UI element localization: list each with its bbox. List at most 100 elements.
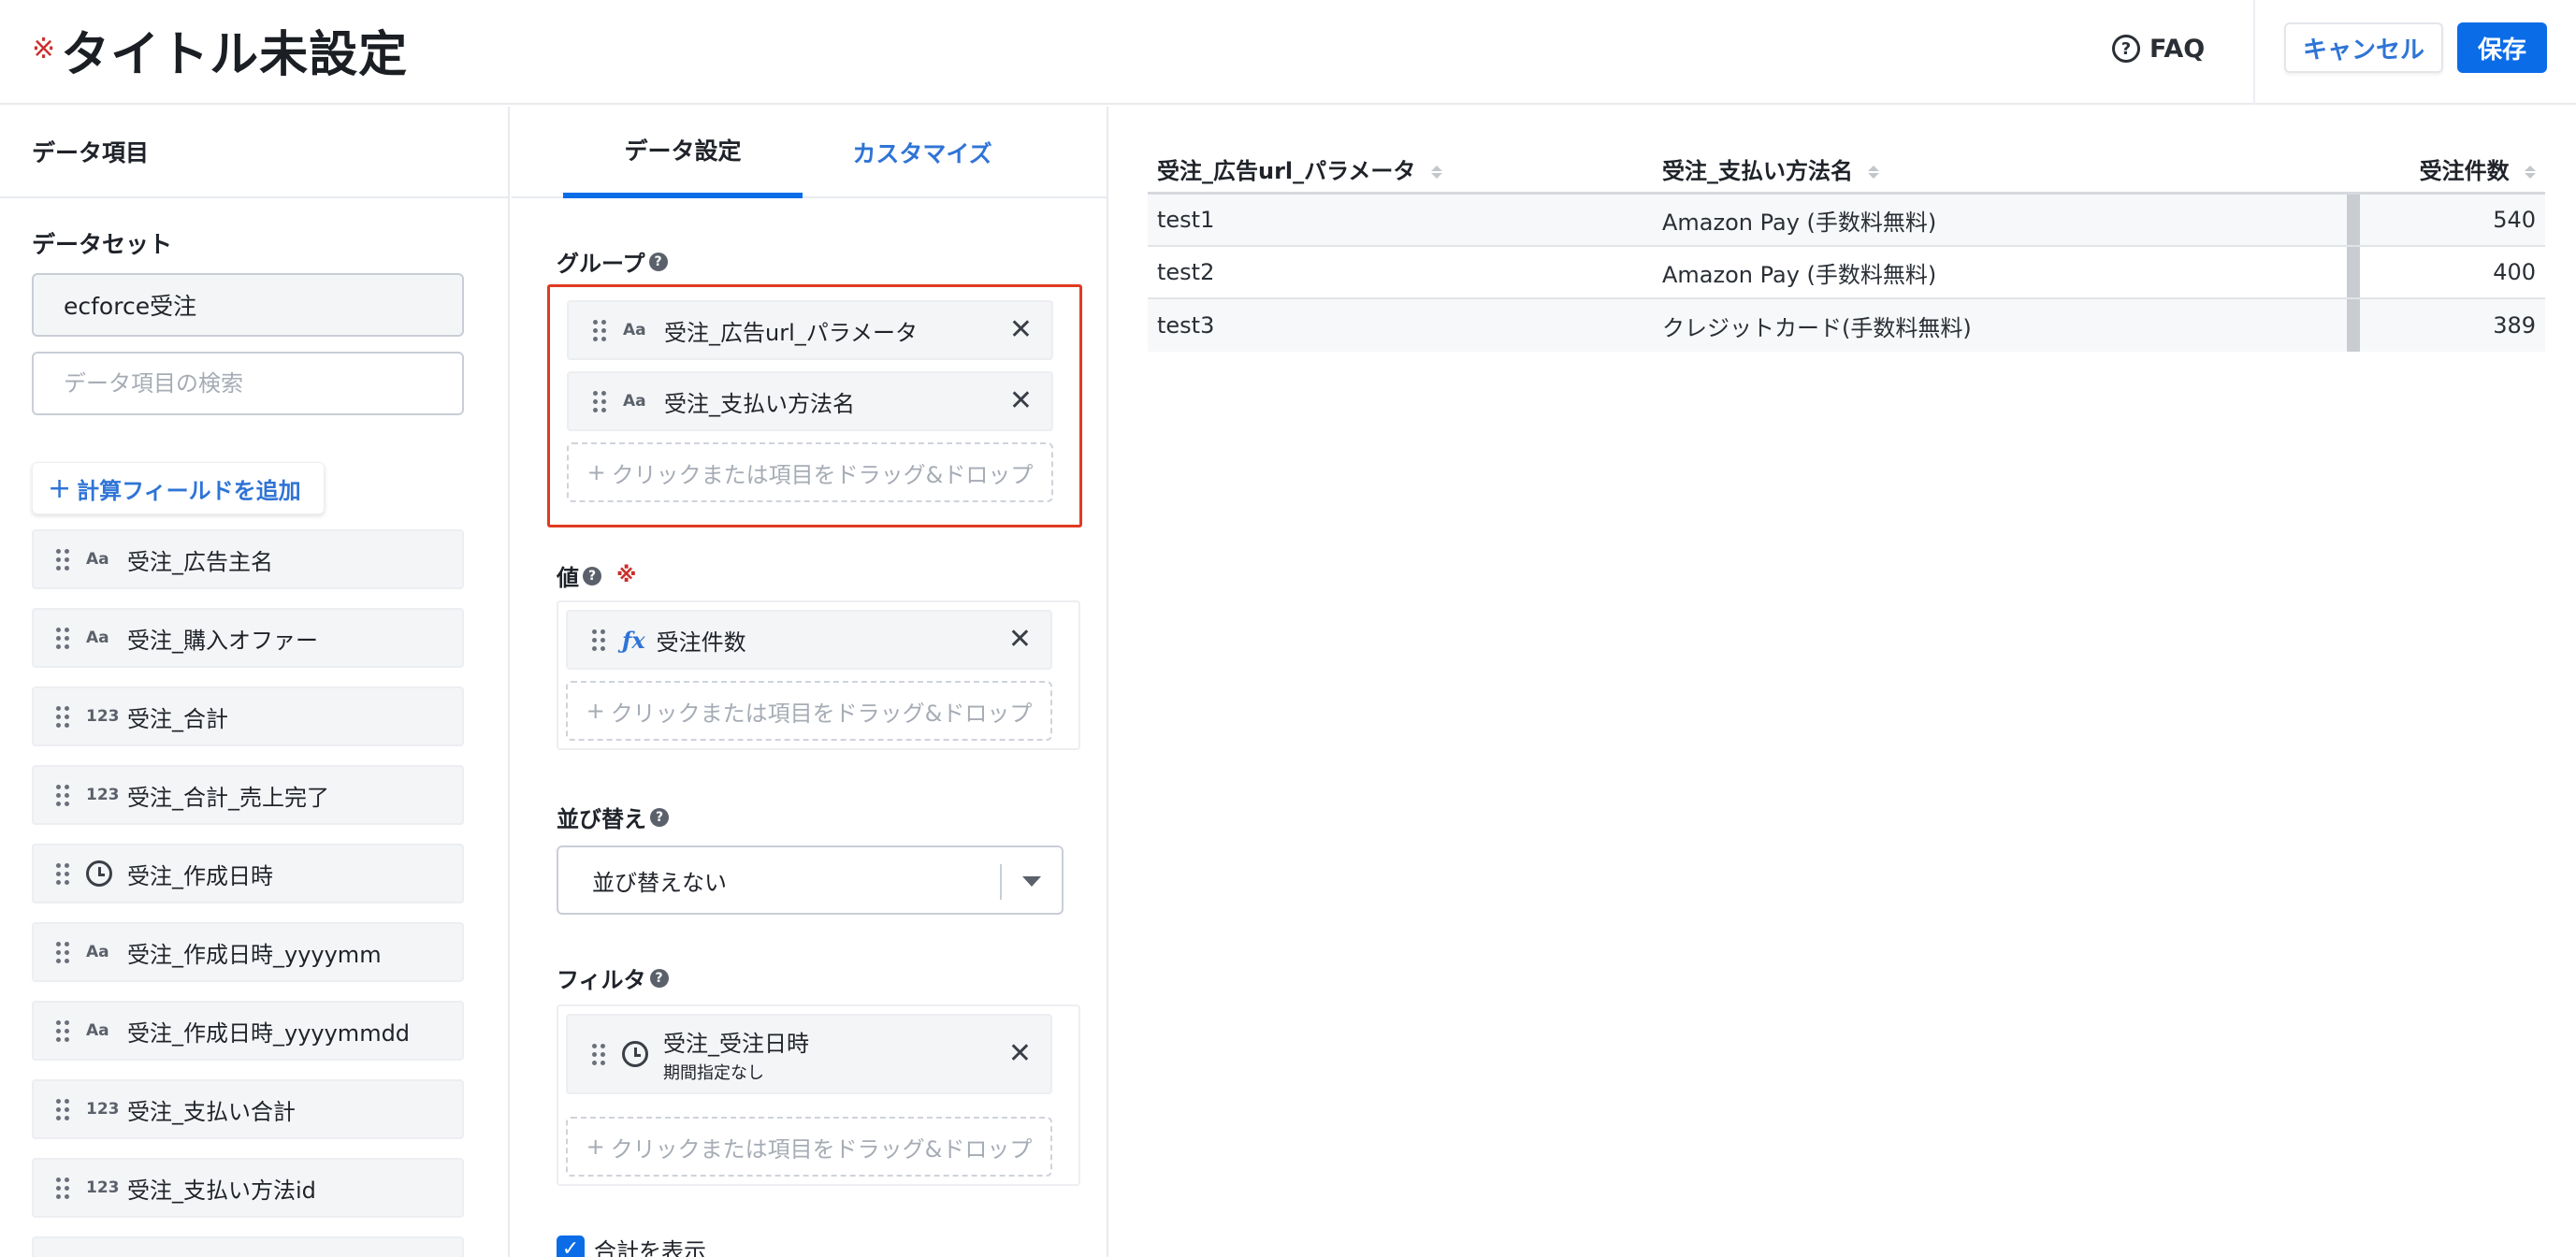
header-divider [2253, 0, 2255, 105]
drag-handle-icon[interactable] [56, 1177, 69, 1199]
field-label: 受注_支払い方法id [127, 1177, 316, 1204]
tab-customize[interactable]: カスタマイズ [803, 107, 1042, 198]
plus-icon: + [586, 1134, 605, 1160]
filter-item[interactable]: 受注_受注日時 期間指定なし ✕ [566, 1014, 1052, 1094]
group-item[interactable]: Aa 受注_広告url_パラメータ ✕ [567, 300, 1053, 360]
column-header[interactable]: 受注件数 [2341, 152, 2545, 185]
drag-handle-icon[interactable] [56, 705, 69, 728]
table-row: test1 Amazon Pay (手数料無料) 540 [1148, 195, 2545, 247]
close-icon[interactable]: ✕ [1009, 387, 1033, 415]
filter-label: フィルタ [557, 967, 646, 993]
dropzone-label: クリックまたは項目をドラッグ&ドロップ [610, 700, 1033, 727]
number-type-icon: 123 [86, 707, 120, 726]
drag-handle-icon[interactable] [593, 390, 606, 412]
add-calculated-field-button[interactable]: + 計算フィールドを追加 [32, 462, 325, 514]
close-icon[interactable]: ✕ [1008, 626, 1032, 654]
sort-icon[interactable] [1430, 166, 1442, 179]
value-item[interactable]: ƒx 受注件数 ✕ [566, 610, 1052, 670]
table-header-row: 受注_広告url_パラメータ 受注_支払い方法名 受注件数 [1148, 146, 2545, 195]
field-label: 受注_購入オファー [127, 627, 318, 654]
value-bar [2347, 299, 2360, 352]
text-type-icon: Aa [623, 392, 646, 411]
list-item[interactable]: 123 受注_支払い合計 [32, 1079, 464, 1139]
sort-icon[interactable] [1868, 166, 1880, 179]
settings-tabs: データ設定 カスタマイズ [512, 107, 1107, 198]
cancel-button[interactable]: キャンセル [2284, 22, 2443, 73]
column-header[interactable]: 受注_支払い方法名 [1653, 152, 2341, 185]
group-drop-area: Aa 受注_広告url_パラメータ ✕ Aa 受注_支払い方法名 ✕ + クリッ… [547, 284, 1082, 527]
filter-dropzone[interactable]: + クリックまたは項目をドラッグ&ドロップ [566, 1117, 1052, 1177]
drag-handle-icon[interactable] [56, 548, 69, 571]
column-header[interactable]: 受注_広告url_パラメータ [1148, 152, 1653, 185]
list-item[interactable]: Aa 受注_広告主名 [32, 529, 464, 589]
help-icon[interactable]: ? [648, 252, 668, 271]
data-items-panel: データ項目 データセット ecforce受注 + 計算フィールドを追加 Aa 受… [0, 107, 510, 1257]
number-type-icon: 123 [86, 1100, 120, 1119]
drag-handle-icon[interactable] [593, 319, 606, 341]
chevron-down-icon[interactable] [1022, 876, 1041, 887]
table-cell: 400 [2493, 259, 2536, 285]
table-cell: test1 [1157, 207, 1215, 233]
dataset-label: データセット [32, 231, 173, 258]
text-type-icon: Aa [623, 321, 646, 340]
field-search-input[interactable] [32, 352, 464, 415]
text-type-icon: Aa [86, 628, 109, 647]
help-icon[interactable]: ? [583, 566, 601, 585]
table-row: test3 クレジットカード(手数料無料) 389 [1148, 299, 2545, 352]
drag-handle-icon[interactable] [56, 1019, 69, 1042]
list-item[interactable]: Aa 受注_購入オファー [32, 608, 464, 668]
plus-icon: + [586, 698, 605, 724]
list-item[interactable]: 123 受注_合計_売上完了 [32, 765, 464, 825]
page-title[interactable]: タイトル未設定 [61, 15, 408, 85]
faq-link[interactable]: ? FAQ [2112, 28, 2205, 69]
value-dropzone[interactable]: + クリックまたは項目をドラッグ&ドロップ [566, 681, 1052, 741]
drag-handle-icon[interactable] [56, 627, 69, 649]
save-button[interactable]: 保存 [2457, 22, 2547, 73]
required-mark: ※ [616, 564, 637, 587]
preview-table: 受注_広告url_パラメータ 受注_支払い方法名 受注件数 test1 Amaz… [1148, 146, 2545, 352]
text-type-icon: Aa [86, 550, 109, 569]
tab-data-settings[interactable]: データ設定 [563, 107, 803, 198]
field-list: Aa 受注_広告主名 Aa 受注_購入オファー 123 受注_合計 123 受注… [32, 529, 464, 1257]
value-item-label: 受注件数 [656, 628, 746, 656]
list-item[interactable]: 123 受注_支払い方法id [32, 1158, 464, 1218]
show-total-checkbox[interactable]: ✓ [557, 1235, 585, 1257]
list-item[interactable]: 受注_作成日時 [32, 844, 464, 903]
sort-select[interactable]: 並び替えない [557, 845, 1064, 915]
help-icon[interactable]: ? [650, 807, 669, 827]
group-item[interactable]: Aa 受注_支払い方法名 ✕ [567, 371, 1053, 431]
close-icon[interactable]: ✕ [1008, 1040, 1032, 1068]
sort-selected-value: 並び替えない [592, 869, 727, 896]
drag-handle-icon[interactable] [592, 1043, 605, 1065]
field-label: 受注_作成日時_yyyymmdd [127, 1019, 411, 1047]
list-item[interactable] [32, 1236, 464, 1257]
drag-handle-icon[interactable] [56, 1098, 69, 1120]
drag-handle-icon[interactable] [592, 628, 605, 651]
field-label: 受注_作成日時 [127, 862, 273, 889]
list-item[interactable]: Aa 受注_作成日時_yyyymm [32, 922, 464, 982]
drag-handle-icon[interactable] [56, 941, 69, 963]
table-cell: test2 [1157, 259, 1215, 285]
table-cell: クレジットカード(手数料無料) [1662, 314, 1972, 341]
field-label: 受注_広告主名 [127, 548, 273, 575]
help-icon[interactable]: ? [649, 968, 669, 988]
drag-handle-icon[interactable] [56, 862, 69, 885]
sort-label: 並び替え [557, 806, 646, 832]
drag-handle-icon[interactable] [56, 784, 69, 806]
close-icon[interactable]: ✕ [1009, 316, 1033, 344]
list-item[interactable]: 123 受注_合計 [32, 686, 464, 746]
sort-icon[interactable] [2525, 166, 2536, 179]
faq-label: FAQ [2149, 34, 2206, 64]
dataset-select[interactable]: ecforce受注 [32, 273, 464, 337]
column-header-label: 受注_広告url_パラメータ [1157, 158, 1416, 184]
preview-panel: 受注_広告url_パラメータ 受注_支払い方法名 受注件数 test1 Amaz… [1110, 107, 2576, 1257]
settings-panel: データ設定 カスタマイズ グループ ? Aa 受注_広告url_パラメータ ✕ … [512, 107, 1108, 1257]
table-cell: test3 [1157, 312, 1215, 339]
field-label: 受注_合計_売上完了 [127, 784, 329, 811]
list-item[interactable]: Aa 受注_作成日時_yyyymmdd [32, 1001, 464, 1061]
add-calc-label: 計算フィールドを追加 [77, 477, 301, 504]
group-dropzone[interactable]: + クリックまたは項目をドラッグ&ドロップ [567, 442, 1053, 502]
show-total-row[interactable]: ✓ 合計を表示 [557, 1233, 706, 1257]
text-type-icon: Aa [86, 943, 109, 961]
dropzone-label: クリックまたは項目をドラッグ&ドロップ [610, 1135, 1033, 1163]
